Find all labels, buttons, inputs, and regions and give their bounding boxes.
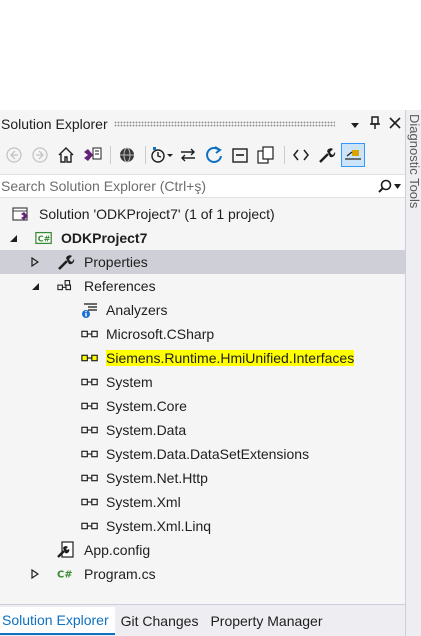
- tree-item-label-highlighted: Siemens.Runtime.HmiUnified.Interfaces: [106, 350, 355, 366]
- assembly-reference-icon: [81, 469, 99, 487]
- tree-item-label: Solution 'ODKProject7' (1 of 1 project): [39, 206, 275, 222]
- tree-item-reference[interactable]: System.Xml.Linq: [0, 514, 405, 538]
- assembly-reference-icon: [81, 349, 99, 367]
- tree-item-reference[interactable]: System: [0, 370, 405, 394]
- tree-item-label: App.config: [84, 542, 151, 558]
- solution-icon: [12, 205, 30, 223]
- web-icon[interactable]: [115, 143, 139, 167]
- assembly-reference-icon: [81, 325, 99, 343]
- view-code-icon[interactable]: [289, 143, 313, 167]
- tree-item-label: Microsoft.CSharp: [106, 326, 215, 342]
- solution-tree: Solution 'ODKProject7' (1 of 1 project) …: [0, 202, 405, 586]
- tree-item-reference[interactable]: System.Core: [0, 394, 405, 418]
- tree-item-label: References: [84, 278, 156, 294]
- drag-grip[interactable]: [113, 121, 335, 127]
- svg-text:C#: C#: [38, 234, 51, 244]
- tab-solution-explorer[interactable]: Solution Explorer: [0, 607, 115, 635]
- expanded-arrow-icon[interactable]: [30, 281, 40, 291]
- panel-title: Solution Explorer: [1, 116, 108, 132]
- properties-wrench-icon[interactable]: [315, 143, 339, 167]
- empty-area: [0, 0, 421, 110]
- assembly-reference-icon: [81, 421, 99, 439]
- tree-item-program[interactable]: C# Program.cs: [0, 562, 405, 586]
- tree-item-label: System.Xml.Linq: [106, 518, 212, 534]
- collapsed-arrow-icon[interactable]: [30, 569, 40, 579]
- assembly-reference-icon: [81, 397, 99, 415]
- tree-item-label: System.Core: [106, 398, 187, 414]
- tree-item-properties[interactable]: Properties: [0, 250, 405, 274]
- close-icon[interactable]: [385, 116, 405, 132]
- csharp-project-icon: C#: [35, 229, 53, 247]
- show-all-files-icon[interactable]: [254, 143, 278, 167]
- tree-item-reference[interactable]: System.Net.Http: [0, 466, 405, 490]
- tree-item-references[interactable]: References: [0, 274, 405, 298]
- search-options[interactable]: [373, 179, 405, 193]
- assembly-reference-icon: [81, 445, 99, 463]
- panel-toolbar: [0, 140, 405, 170]
- tree-item-reference[interactable]: Microsoft.CSharp: [0, 322, 405, 346]
- tree-item-label: System: [106, 374, 153, 390]
- tree-item-label: ODKProject7: [61, 230, 148, 246]
- collapsed-arrow-icon[interactable]: [30, 257, 40, 267]
- tree-item-solution[interactable]: Solution 'ODKProject7' (1 of 1 project): [0, 202, 405, 226]
- search-options-dropdown-icon: [393, 183, 401, 189]
- bottom-tab-strip: Solution Explorer Git Changes Property M…: [0, 604, 405, 636]
- svg-text:C#: C#: [57, 570, 73, 581]
- solution-explorer-panel: Solution Explorer Search Solution Explor…: [0, 110, 405, 636]
- tree-item-project[interactable]: C# ODKProject7: [0, 226, 405, 250]
- preview-selected-items-icon[interactable]: [341, 143, 365, 167]
- home-icon[interactable]: [54, 143, 78, 167]
- diagnostic-tools-strip[interactable]: Diagnostic Tools: [405, 110, 421, 636]
- back-icon[interactable]: [2, 143, 26, 167]
- analyzers-icon: [81, 301, 99, 319]
- pending-changes-filter-icon[interactable]: [150, 143, 174, 167]
- tree-item-label: System.Net.Http: [106, 470, 208, 486]
- search-box[interactable]: [0, 174, 405, 198]
- tab-property-manager[interactable]: Property Manager: [204, 608, 328, 634]
- window-position-dropdown-icon[interactable]: [345, 117, 365, 132]
- wrench-icon: [57, 253, 75, 271]
- switch-views-icon[interactable]: [80, 143, 104, 167]
- tree-item-label: Program.cs: [84, 566, 156, 582]
- tree-item-label: Properties: [84, 254, 148, 270]
- tab-git-changes[interactable]: Git Changes: [115, 608, 205, 634]
- tree-item-reference[interactable]: System.Xml: [0, 490, 405, 514]
- references-icon: [57, 277, 75, 295]
- sync-with-active-document-icon[interactable]: [176, 143, 200, 167]
- tree-item-reference[interactable]: System.Data: [0, 418, 405, 442]
- diagnostic-tools-label[interactable]: Diagnostic Tools: [407, 114, 421, 208]
- tree-item-label: System.Data: [106, 422, 187, 438]
- refresh-icon[interactable]: [202, 143, 226, 167]
- tree-item-reference[interactable]: System.Data.DataSetExtensions: [0, 442, 405, 466]
- assembly-reference-icon: [81, 373, 99, 391]
- tree-item-label: System.Xml: [106, 494, 181, 510]
- tree-item-app-config[interactable]: App.config: [0, 538, 405, 562]
- csharp-file-icon: C#: [57, 565, 75, 583]
- collapse-all-icon[interactable]: [228, 143, 252, 167]
- search-icon: [377, 179, 391, 193]
- tree-item-label: System.Data.DataSetExtensions: [106, 446, 310, 462]
- expanded-arrow-icon[interactable]: [8, 233, 18, 243]
- forward-icon[interactable]: [28, 143, 52, 167]
- config-file-icon: [57, 541, 75, 559]
- tree-item-analyzers[interactable]: Analyzers: [0, 298, 405, 322]
- tree-item-label: Analyzers: [106, 302, 168, 318]
- panel-titlebar: Solution Explorer: [0, 110, 405, 138]
- toolbar-separator: [145, 146, 146, 164]
- search-input[interactable]: [0, 176, 373, 196]
- tree-item-reference[interactable]: Siemens.Runtime.HmiUnified.Interfaces: [0, 346, 405, 370]
- toolbar-separator: [284, 146, 285, 164]
- assembly-reference-icon: [81, 517, 99, 535]
- assembly-reference-icon: [81, 493, 99, 511]
- toolbar-separator: [110, 146, 111, 164]
- pin-icon[interactable]: [365, 115, 385, 133]
